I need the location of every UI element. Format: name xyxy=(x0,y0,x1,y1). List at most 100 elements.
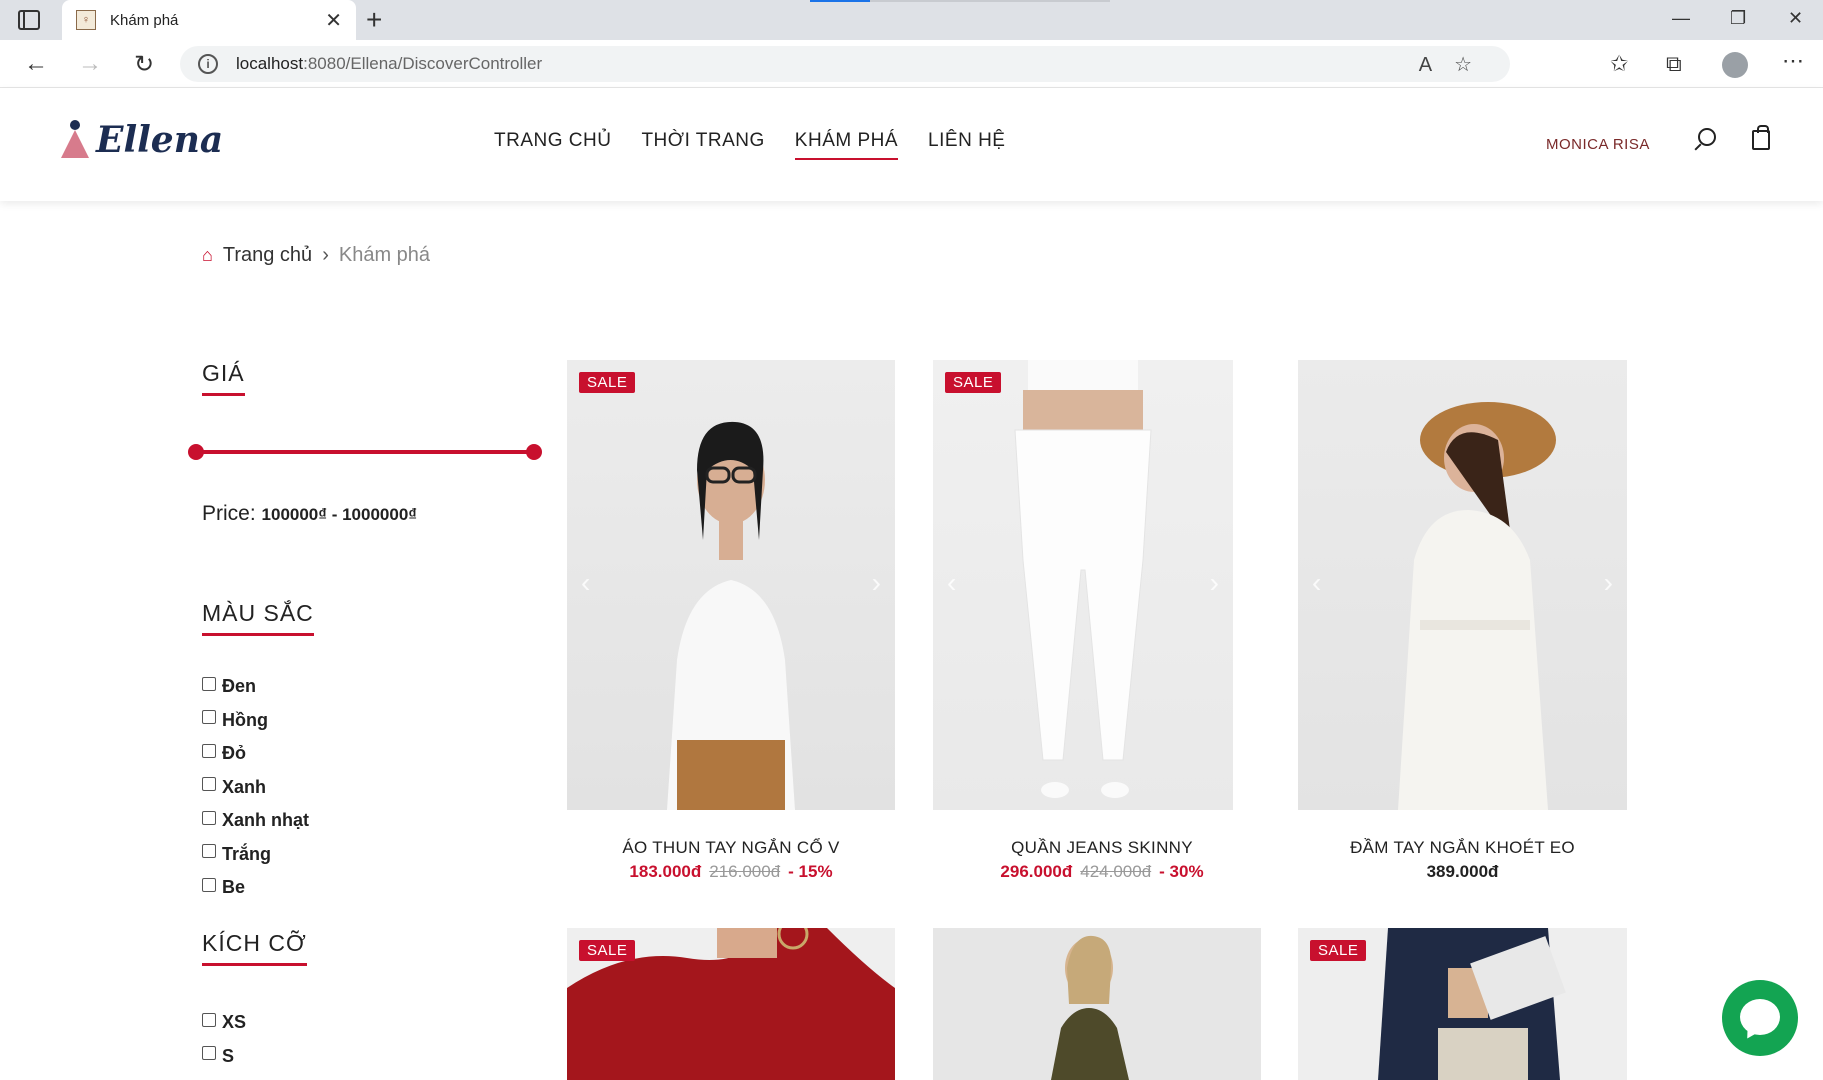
product-photo xyxy=(1014,360,1152,798)
chat-button[interactable] xyxy=(1722,980,1798,1056)
price-range-text: Price: 100000₫ - 1000000₫ xyxy=(202,502,417,526)
checkbox[interactable] xyxy=(202,877,216,892)
nav-discover[interactable]: KHÁM PHÁ xyxy=(794,130,899,160)
color-option[interactable]: Hồng xyxy=(202,704,314,738)
size-options: XS S xyxy=(202,1006,307,1073)
product-card[interactable]: SALE ‹ › ÁO THUN TAY NGẮN CỔ V 183.000đ 2… xyxy=(567,360,895,882)
browser-tab[interactable]: ♀ Khám phá ✕ xyxy=(62,0,356,40)
price-filter-title: GIÁ xyxy=(202,360,245,396)
breadcrumb-home[interactable]: Trang chủ xyxy=(223,244,312,267)
product-card[interactable]: SALE ‹ › QUẦN JEANS SKINNY 296.000đ 424.0… xyxy=(933,360,1233,882)
favicon-icon: ♀ xyxy=(76,10,96,30)
price-range-slider[interactable] xyxy=(188,444,542,460)
profile-icon[interactable] xyxy=(1722,52,1748,78)
price-current: 389.000đ xyxy=(1426,862,1499,881)
product-card[interactable]: SALE xyxy=(567,928,895,1080)
logo[interactable]: Ellena xyxy=(58,118,223,162)
nav-contact[interactable]: LIÊN HỆ xyxy=(928,130,1005,160)
color-option[interactable]: Xanh xyxy=(202,771,314,805)
sale-badge: SALE xyxy=(579,940,636,961)
size-label: XS xyxy=(222,1012,247,1033)
product-image[interactable]: SALE xyxy=(1298,928,1627,1080)
url-path: :8080/Ellena/DiscoverController xyxy=(303,54,543,73)
color-option[interactable]: Be xyxy=(202,871,314,905)
size-filter: KÍCH CỠ XS S xyxy=(202,930,307,1073)
checkbox[interactable] xyxy=(202,710,216,725)
product-card[interactable]: SALE xyxy=(1298,928,1627,1080)
read-aloud-icon[interactable]: A xyxy=(1419,54,1454,76)
chevron-right-icon[interactable]: › xyxy=(1604,567,1613,599)
chevron-right-icon[interactable]: › xyxy=(872,567,881,599)
chevron-right-icon[interactable]: › xyxy=(1210,567,1219,599)
checkbox[interactable] xyxy=(202,1012,216,1027)
chevron-left-icon[interactable]: ‹ xyxy=(1312,567,1321,599)
main-nav: TRANG CHỦ THỜI TRANG KHÁM PHÁ LIÊN HỆ xyxy=(494,130,1005,160)
sale-badge: SALE xyxy=(1310,940,1367,961)
color-label: Xanh nhạt xyxy=(222,810,310,831)
close-icon[interactable]: ✕ xyxy=(325,8,342,33)
product-photo xyxy=(1051,935,1129,1080)
search-icon[interactable] xyxy=(1698,128,1716,146)
checkbox[interactable] xyxy=(202,810,216,825)
chevron-left-icon[interactable]: ‹ xyxy=(581,567,590,599)
size-option[interactable]: S xyxy=(202,1040,307,1074)
price-min-handle[interactable] xyxy=(188,444,204,460)
restore-icon[interactable]: ❐ xyxy=(1730,8,1746,29)
discount: - 30% xyxy=(1159,862,1204,881)
color-label: Đen xyxy=(222,676,257,697)
color-options: Đen Hồng Đỏ Xanh Xanh nhạt Trắng Be xyxy=(202,670,314,905)
product-image[interactable]: SALE xyxy=(567,928,895,1080)
color-option[interactable]: Đỏ xyxy=(202,737,314,771)
loading-track xyxy=(870,0,1110,2)
logo-text: Ellena xyxy=(96,119,224,161)
product-photo xyxy=(1398,402,1556,810)
close-window-icon[interactable]: ✕ xyxy=(1788,8,1803,29)
tab-actions-icon[interactable] xyxy=(18,10,40,30)
product-card[interactable] xyxy=(933,928,1261,1080)
size-option[interactable]: XS xyxy=(202,1006,307,1040)
product-image[interactable]: ‹ › xyxy=(1298,360,1627,810)
product-name[interactable]: ÁO THUN TAY NGẮN CỔ V xyxy=(567,838,895,858)
shopping-bag-icon[interactable] xyxy=(1752,125,1770,150)
back-icon[interactable]: ← xyxy=(24,50,48,78)
refresh-icon[interactable]: ↻ xyxy=(134,50,154,79)
checkbox[interactable] xyxy=(202,1046,216,1061)
color-filter-title: MÀU SẮC xyxy=(202,600,314,636)
minimize-icon[interactable]: — xyxy=(1672,8,1690,29)
info-icon[interactable]: i xyxy=(198,54,218,74)
product-name[interactable]: ĐẦM TAY NGẮN KHOÉT EO xyxy=(1298,838,1627,858)
price-max-handle[interactable] xyxy=(526,444,542,460)
color-option[interactable]: Xanh nhạt xyxy=(202,804,314,838)
url-input[interactable]: i localhost :8080/Ellena/DiscoverControl… xyxy=(180,46,1510,82)
product-image[interactable]: SALE ‹ › xyxy=(567,360,895,810)
chevron-left-icon[interactable]: ‹ xyxy=(947,567,956,599)
product-name[interactable]: QUẦN JEANS SKINNY xyxy=(971,838,1233,858)
logo-figure-icon xyxy=(58,118,92,162)
user-name[interactable]: MONICA RISA xyxy=(1546,136,1650,153)
nav-fashion[interactable]: THỜI TRANG xyxy=(641,130,764,160)
sale-badge: SALE xyxy=(945,372,1002,393)
checkbox[interactable] xyxy=(202,844,216,859)
color-option[interactable]: Đen xyxy=(202,670,314,704)
add-favorite-icon[interactable]: ☆ xyxy=(1454,54,1494,76)
home-icon[interactable]: ⌂ xyxy=(202,245,213,266)
price-label: Price: xyxy=(202,502,256,525)
checkbox[interactable] xyxy=(202,743,216,758)
checkbox[interactable] xyxy=(202,676,216,691)
favorites-icon[interactable]: ✩ xyxy=(1610,51,1628,77)
color-option[interactable]: Trắng xyxy=(202,838,314,872)
color-filter: MÀU SẮC Đen Hồng Đỏ Xanh Xanh nhạt Trắng… xyxy=(202,600,314,905)
forward-icon[interactable]: → xyxy=(78,50,102,78)
collections-icon[interactable]: ⧉ xyxy=(1666,51,1682,77)
product-card[interactable]: ‹ › ĐẦM TAY NGẮN KHOÉT EO 389.000đ xyxy=(1298,360,1627,882)
price-min: 100000₫ xyxy=(261,505,327,524)
plus-icon[interactable]: + xyxy=(366,4,382,36)
checkbox[interactable] xyxy=(202,777,216,792)
nav-home[interactable]: TRANG CHỦ xyxy=(494,130,611,160)
product-image[interactable] xyxy=(933,928,1261,1080)
site-header: Ellena TRANG CHỦ THỜI TRANG KHÁM PHÁ LIÊ… xyxy=(0,88,1823,201)
more-icon[interactable]: ⋯ xyxy=(1782,48,1804,74)
address-bar-row: ← → ↻ i localhost :8080/Ellena/DiscoverC… xyxy=(0,40,1823,88)
product-image[interactable]: SALE ‹ › xyxy=(933,360,1233,810)
color-label: Trắng xyxy=(222,843,272,864)
